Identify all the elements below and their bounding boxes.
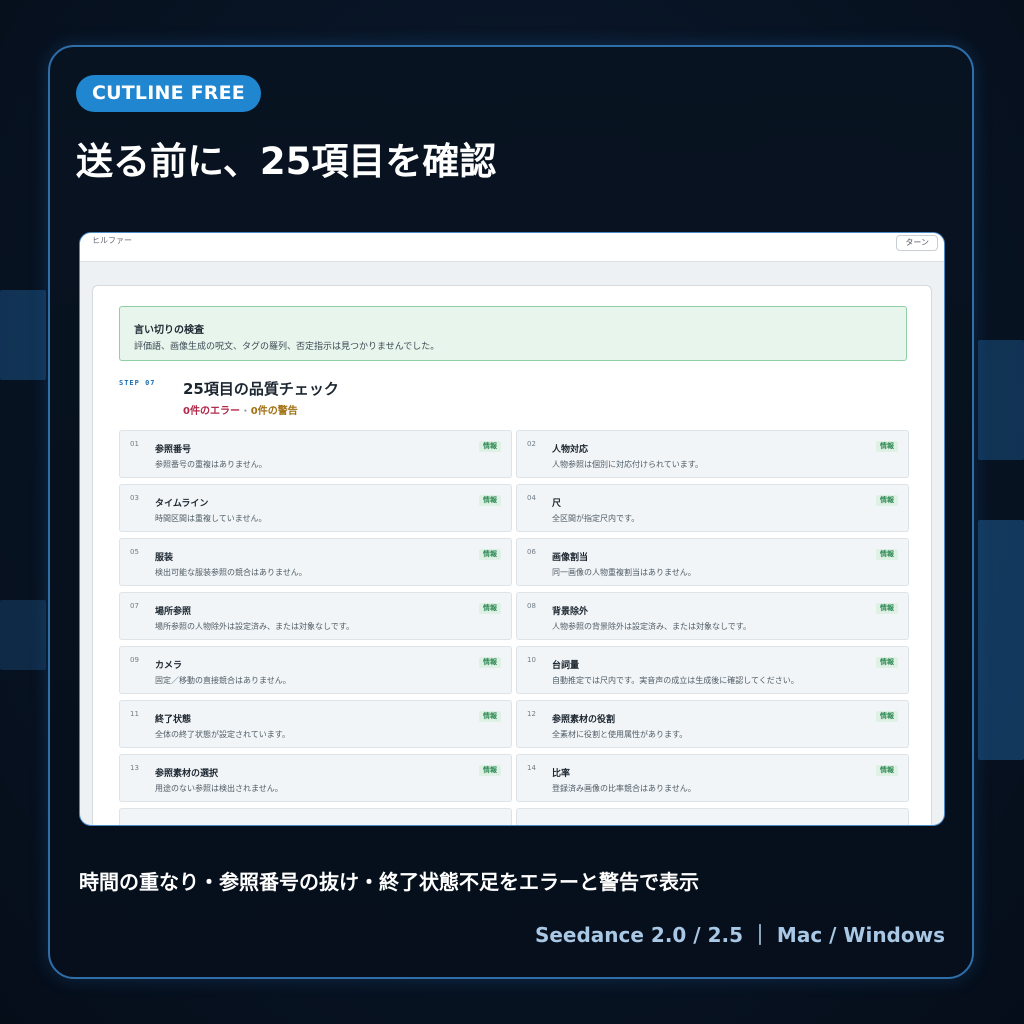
check-item: 05 服装検出可能な服装参照の競合はありません。 情報 — [119, 538, 512, 586]
check-item-description: 全区間が指定尺内です。 — [552, 514, 640, 523]
check-item-description: 用途のない参照は検出されません。 — [155, 784, 283, 793]
check-item-number: 06 — [527, 548, 536, 556]
check-item: 11 終了状態全体の終了状態が設定されています。 情報 — [119, 700, 512, 748]
check-item-number: 02 — [527, 440, 536, 448]
check-item-number: 08 — [527, 602, 536, 610]
check-item-number: 03 — [130, 494, 139, 502]
check-item: 02 人物対応人物参照は個別に対応付けられています。 情報 — [516, 430, 909, 478]
check-item-description: 全体の終了状態が設定されています。 — [155, 730, 290, 739]
info-tag: 情報 — [876, 765, 898, 776]
check-item-number: 13 — [130, 764, 139, 772]
check-item-description: 人物参照は個別に対応付けられています。 — [552, 460, 703, 469]
app-screenshot: ヒルファー ターン 言い切りの検査 評価語、画像生成の呪文、タグの羅列、否定指示… — [79, 232, 945, 826]
check-item-number: 05 — [130, 548, 139, 556]
check-item-title: 参照番号 — [155, 445, 192, 455]
background-glow-right — [978, 340, 1024, 460]
check-item-partial — [119, 808, 512, 825]
notice-title: 言い切りの検査 — [134, 325, 204, 336]
notice-body: 評価語、画像生成の呪文、タグの羅列、否定指示は見つかりませんでした。 — [134, 342, 440, 352]
check-item: 06 画像割当同一画像の人物重複割当はありません。 情報 — [516, 538, 909, 586]
check-item-number: 12 — [527, 710, 536, 718]
check-item-title: 人物対応 — [552, 445, 589, 455]
check-item-number: 07 — [130, 602, 139, 610]
check-item: 14 比率登録済み画像の比率競合はありません。 情報 — [516, 754, 909, 802]
headline: 送る前に、25項目を確認 — [76, 140, 497, 183]
check-item-title: 背景除外 — [552, 607, 589, 617]
info-tag: 情報 — [479, 549, 501, 560]
info-tag: 情報 — [479, 765, 501, 776]
info-tag: 情報 — [479, 711, 501, 722]
count-separator: · — [243, 406, 248, 417]
info-tag: 情報 — [876, 657, 898, 668]
check-item: 04 尺全区間が指定尺内です。 情報 — [516, 484, 909, 532]
check-item-title: 場所参照 — [155, 607, 192, 617]
check-item-description: 登録済み画像の比率競合はありません。 — [552, 784, 696, 793]
check-item-description: 同一画像の人物重複割当はありません。 — [552, 568, 696, 577]
section-title: 25項目の品質チェック — [183, 380, 339, 398]
check-item-title: 比率 — [552, 769, 571, 779]
check-item: 01 参照番号参照番号の重複はありません。 情報 — [119, 430, 512, 478]
check-item-title: 終了状態 — [155, 715, 192, 725]
check-item: 10 台詞量自動推定では尺内です。実音声の成立は生成後に確認してください。 情報 — [516, 646, 909, 694]
check-item-title: 尺 — [552, 499, 562, 509]
info-tag: 情報 — [876, 495, 898, 506]
check-item-number: 01 — [130, 440, 139, 448]
check-item-description: 人物参照の背景除外は設定済み、または対象なしです。 — [552, 622, 751, 631]
info-tag: 情報 — [479, 657, 501, 668]
info-tag: 情報 — [876, 711, 898, 722]
check-item-number: 09 — [130, 656, 139, 664]
check-item-number: 14 — [527, 764, 536, 772]
step-label: STEP 07 — [119, 379, 156, 387]
check-item-title: タイムライン — [155, 499, 209, 509]
check-item-title: 服装 — [155, 553, 174, 563]
info-tag: 情報 — [876, 441, 898, 452]
check-item-title: 参照素材の選択 — [155, 769, 219, 779]
product-badge: CUTLINE FREE — [76, 75, 261, 112]
check-item-title: 台詞量 — [552, 661, 580, 671]
check-item-title: カメラ — [155, 661, 183, 671]
check-item-description: 検出可能な服装参照の競合はありません。 — [155, 568, 307, 577]
check-item-title: 参照素材の役割 — [552, 715, 616, 725]
platform-footer: Seedance 2.0 / 2.5 ｜ Mac / Windows — [534, 923, 945, 947]
info-tag: 情報 — [876, 603, 898, 614]
check-item: 07 場所参照場所参照の人物除外は設定済み、または対象なしです。 情報 — [119, 592, 512, 640]
check-item-title: 画像割当 — [552, 553, 589, 563]
background-glow-left — [0, 290, 46, 380]
check-item: 13 参照素材の選択用途のない参照は検出されません。 情報 — [119, 754, 512, 802]
quality-check-card: 言い切りの検査 評価語、画像生成の呪文、タグの羅列、否定指示は見つかりませんでし… — [92, 285, 932, 825]
assertion-check-notice: 言い切りの検査 評価語、画像生成の呪文、タグの羅列、否定指示は見つかりませんでし… — [119, 306, 907, 361]
info-tag: 情報 — [479, 603, 501, 614]
check-item-description: 時間区間は重複していません。 — [155, 514, 267, 523]
info-tag: 情報 — [876, 549, 898, 560]
error-count: 0件のエラー — [183, 406, 240, 417]
check-item-description: 場所参照の人物除外は設定済み、または対象なしです。 — [155, 622, 354, 631]
check-item-description: 自動推定では尺内です。実音声の成立は生成後に確認してください。 — [552, 676, 799, 685]
background-glow-right-2 — [978, 520, 1024, 760]
background-glow-left-2 — [0, 600, 46, 670]
check-item-number: 11 — [130, 710, 139, 718]
caption: 時間の重なり・参照番号の抜け・終了状態不足をエラーと警告で表示 — [79, 870, 699, 894]
check-item-partial — [516, 808, 909, 825]
app-topbar: ヒルファー ターン — [80, 233, 944, 262]
check-item: 09 カメラ固定／移動の直接競合はありません。 情報 — [119, 646, 512, 694]
info-tag: 情報 — [479, 495, 501, 506]
check-item: 08 背景除外人物参照の背景除外は設定済み、または対象なしです。 情報 — [516, 592, 909, 640]
check-item-description: 参照番号の重複はありません。 — [155, 460, 267, 469]
check-item-description: 固定／移動の直接競合はありません。 — [155, 676, 291, 685]
check-item-description: 全素材に役割と使用属性があります。 — [552, 730, 688, 739]
topbar-label: ヒルファー — [92, 236, 132, 245]
warning-count: 0件の警告 — [250, 406, 298, 417]
check-item-number: 04 — [527, 494, 536, 502]
check-item: 03 タイムライン時間区間は重複していません。 情報 — [119, 484, 512, 532]
issue-counts: 0件のエラー · 0件の警告 — [183, 402, 298, 417]
check-item-number: 10 — [527, 656, 536, 664]
topbar-button[interactable]: ターン — [896, 235, 938, 251]
check-item: 12 参照素材の役割全素材に役割と使用属性があります。 情報 — [516, 700, 909, 748]
info-tag: 情報 — [479, 441, 501, 452]
